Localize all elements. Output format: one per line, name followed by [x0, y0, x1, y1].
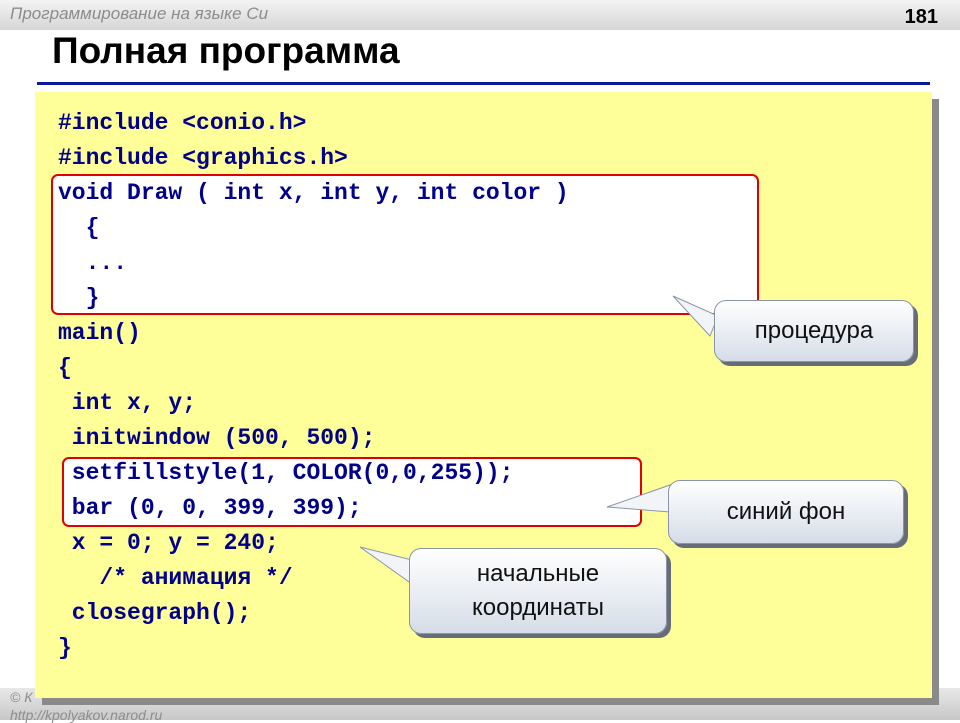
procedure-callout: процедура [714, 300, 914, 362]
initial-coordinates-callout: начальные координаты [409, 548, 667, 634]
blue-background-callout: синий фон [668, 480, 904, 544]
